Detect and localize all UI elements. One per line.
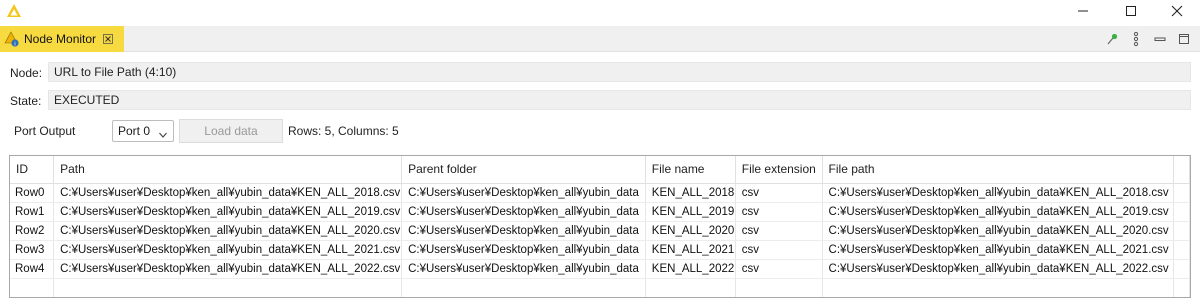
minimize-view-icon[interactable] (1150, 29, 1170, 49)
table-row[interactable]: Row3 C:¥Users¥user¥Desktop¥ken_all¥yubin… (10, 240, 1190, 260)
column-header-file-extension[interactable]: File extension (735, 156, 823, 184)
file-path-cell: C:¥Users¥user¥Desktop¥ken_all¥yubin_data… (822, 259, 1175, 279)
file-name-cell: KEN_ALL_2022 (645, 259, 736, 279)
file-name-cell: KEN_ALL_2020 (645, 221, 736, 241)
empty-cell (1173, 240, 1190, 260)
empty-cell (53, 278, 403, 297)
empty-cell (1173, 183, 1190, 203)
pin-icon[interactable] (1102, 29, 1122, 49)
rows-columns-info: Rows: 5, Columns: 5 (288, 124, 399, 138)
node-label: Node: (10, 66, 43, 80)
table-header-row: ID Path Parent folder File name File ext… (10, 156, 1190, 184)
empty-cell (1173, 259, 1190, 279)
row-id-cell: Row4 (10, 259, 55, 279)
close-icon[interactable] (1154, 0, 1200, 22)
port-output-label: Port Output (14, 124, 76, 138)
empty-cell (1173, 278, 1190, 297)
file-extension-cell: csv (735, 183, 823, 203)
parent-folder-cell: C:¥Users¥user¥Desktop¥ken_all¥yubin_data (401, 259, 646, 279)
file-extension-cell: csv (735, 259, 823, 279)
state-label: State: (10, 94, 42, 108)
minimize-icon[interactable] (1060, 0, 1106, 22)
path-cell: C:¥Users¥user¥Desktop¥ken_all¥yubin_data… (53, 259, 403, 279)
file-path-cell: C:¥Users¥user¥Desktop¥ken_all¥yubin_data… (822, 221, 1175, 241)
view-menu-icon[interactable] (1126, 29, 1146, 49)
knime-triangle-icon (6, 3, 22, 18)
file-extension-cell: csv (735, 240, 823, 260)
parent-folder-cell: C:¥Users¥user¥Desktop¥ken_all¥yubin_data (401, 202, 646, 222)
empty-cell (1173, 221, 1190, 241)
empty-cell (1173, 202, 1190, 222)
column-header-path[interactable]: Path (53, 156, 403, 184)
parent-folder-cell: C:¥Users¥user¥Desktop¥ken_all¥yubin_data (401, 240, 646, 260)
tab-label: Node Monitor (24, 32, 97, 46)
tab-close-icon[interactable] (102, 33, 114, 45)
row-id-cell: Row3 (10, 240, 55, 260)
column-header-file-name[interactable]: File name (645, 156, 736, 184)
file-extension-cell: csv (735, 221, 823, 241)
empty-cell (822, 278, 1175, 297)
path-cell: C:¥Users¥user¥Desktop¥ken_all¥yubin_data… (53, 183, 403, 203)
table-row[interactable]: Row4 C:¥Users¥user¥Desktop¥ken_all¥yubin… (10, 259, 1190, 279)
table-row[interactable]: Row2 C:¥Users¥user¥Desktop¥ken_all¥yubin… (10, 221, 1190, 241)
file-name-cell: KEN_ALL_2021 (645, 240, 736, 260)
empty-cell (401, 278, 646, 297)
empty-cell (645, 278, 736, 297)
node-monitor-icon: i (4, 31, 20, 47)
maximize-view-icon[interactable] (1174, 29, 1194, 49)
file-path-cell: C:¥Users¥user¥Desktop¥ken_all¥yubin_data… (822, 202, 1175, 222)
data-table[interactable]: ID Path Parent folder File name File ext… (9, 155, 1191, 298)
parent-folder-cell: C:¥Users¥user¥Desktop¥ken_all¥yubin_data (401, 221, 646, 241)
load-data-button[interactable]: Load data (179, 119, 283, 143)
view-toolbar (1102, 29, 1194, 49)
path-cell: C:¥Users¥user¥Desktop¥ken_all¥yubin_data… (53, 202, 403, 222)
file-path-cell: C:¥Users¥user¥Desktop¥ken_all¥yubin_data… (822, 183, 1175, 203)
file-name-cell: KEN_ALL_2018 (645, 183, 736, 203)
row-id-cell: Row0 (10, 183, 55, 203)
state-field: EXECUTED (48, 90, 1191, 110)
empty-cell (10, 278, 55, 297)
port-select[interactable]: Port 0 (112, 120, 174, 142)
empty-cell (735, 278, 823, 297)
chevron-down-icon (158, 126, 168, 146)
column-header-parent-folder[interactable]: Parent folder (401, 156, 646, 184)
row-id-cell: Row2 (10, 221, 55, 241)
path-cell: C:¥Users¥user¥Desktop¥ken_all¥yubin_data… (53, 240, 403, 260)
file-path-cell: C:¥Users¥user¥Desktop¥ken_all¥yubin_data… (822, 240, 1175, 260)
view-tabbar: i Node Monitor (0, 26, 1200, 52)
parent-folder-cell: C:¥Users¥user¥Desktop¥ken_all¥yubin_data (401, 183, 646, 203)
table-empty-row (10, 278, 1190, 297)
column-header-id[interactable]: ID (10, 156, 55, 184)
file-extension-cell: csv (735, 202, 823, 222)
table-row[interactable]: Row0 C:¥Users¥user¥Desktop¥ken_all¥yubin… (10, 183, 1190, 203)
column-header-empty (1173, 156, 1190, 184)
window-titlebar (0, 0, 1200, 22)
maximize-icon[interactable] (1108, 0, 1154, 22)
file-name-cell: KEN_ALL_2019 (645, 202, 736, 222)
column-header-file-path[interactable]: File path (822, 156, 1175, 184)
tab-node-monitor[interactable]: i Node Monitor (0, 26, 124, 52)
table-row[interactable]: Row1 C:¥Users¥user¥Desktop¥ken_all¥yubin… (10, 202, 1190, 222)
path-cell: C:¥Users¥user¥Desktop¥ken_all¥yubin_data… (53, 221, 403, 241)
node-field: URL to File Path (4:10) (48, 62, 1191, 82)
port-select-value: Port 0 (118, 124, 151, 138)
row-id-cell: Row1 (10, 202, 55, 222)
